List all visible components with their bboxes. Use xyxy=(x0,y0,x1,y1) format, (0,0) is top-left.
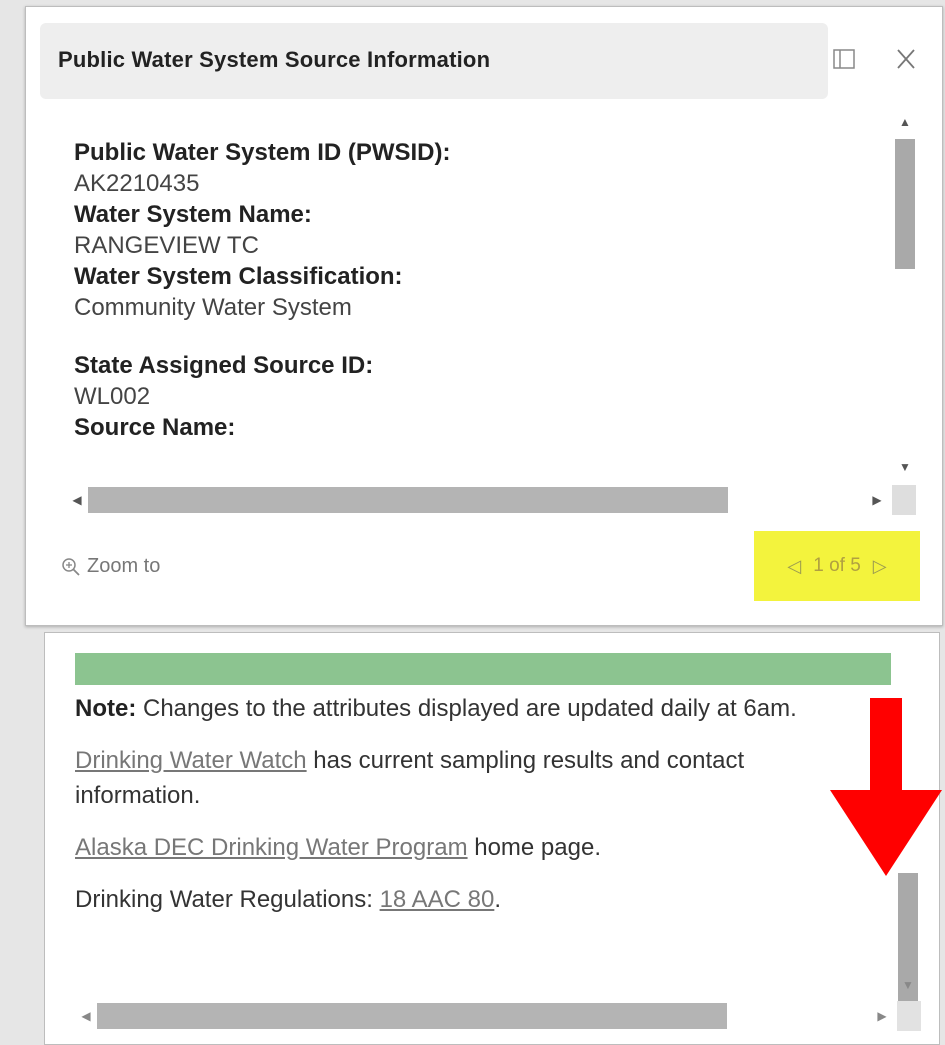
field-value-classification: Community Water System xyxy=(74,294,352,321)
drinking-water-watch-link[interactable]: Drinking Water Watch xyxy=(75,747,307,774)
field-label-source-id: State Assigned Source ID: xyxy=(74,352,374,379)
hscrollbar-thumb[interactable] xyxy=(88,487,728,513)
field-value-system-name: RANGEVIEW TC xyxy=(74,232,259,259)
dock-icon[interactable] xyxy=(832,47,856,71)
field-value-pwsid: AK2210435 xyxy=(74,170,200,197)
line4-end: . xyxy=(494,886,501,913)
field-label-system-name: Water System Name: xyxy=(74,201,312,228)
popup-footer-panel: Note: Changes to the attributes displaye… xyxy=(44,632,940,1045)
line3-text: home page. xyxy=(467,834,601,861)
field-label-source-name: Source Name: xyxy=(74,414,236,441)
vertical-scrollbar[interactable]: ▲ ▼ xyxy=(890,112,920,482)
scrollbar-corner xyxy=(892,485,916,515)
horizontal-scrollbar-2[interactable]: ◀ ▶ xyxy=(75,1001,921,1031)
footer-text: Note: Changes to the attributes displaye… xyxy=(75,691,875,934)
zoom-to-button[interactable]: Zoom to xyxy=(61,555,160,578)
popup-title: Public Water System Source Information xyxy=(58,47,491,72)
horizontal-scrollbar[interactable]: ◀ ▶ xyxy=(66,485,916,515)
feature-pager: ◁ 1 of 5 ▷ xyxy=(754,531,920,601)
hscrollbar-thumb-2[interactable] xyxy=(97,1003,727,1029)
note-label: Note: xyxy=(75,695,137,722)
pager-text: 1 of 5 xyxy=(813,555,861,576)
field-value-source-id: WL002 xyxy=(74,383,151,410)
scroll-left-icon[interactable]: ◀ xyxy=(66,485,88,515)
popup-window: Public Water System Source Information P… xyxy=(25,6,943,626)
regulations-link[interactable]: 18 AAC 80 xyxy=(380,886,495,913)
next-feature-icon[interactable]: ▷ xyxy=(873,556,887,577)
scroll-right-icon[interactable]: ▶ xyxy=(866,485,888,515)
scroll-right-icon-2[interactable]: ▶ xyxy=(871,1001,893,1031)
scrollbar-corner-2 xyxy=(897,1001,921,1031)
scrollbar-thumb[interactable] xyxy=(895,139,915,269)
down-arrow-icon xyxy=(830,698,942,876)
scroll-down-icon[interactable]: ▼ xyxy=(890,457,920,477)
zoom-to-label: Zoom to xyxy=(87,555,161,577)
line4-text: Drinking Water Regulations: xyxy=(75,886,380,913)
scroll-up-icon[interactable]: ▲ xyxy=(890,112,920,132)
zoom-in-icon xyxy=(62,557,80,576)
dec-program-link[interactable]: Alaska DEC Drinking Water Program xyxy=(75,834,468,861)
previous-feature-icon[interactable]: ◁ xyxy=(787,556,801,577)
close-icon[interactable] xyxy=(894,47,918,71)
popup-content: Public Water System ID (PWSID): AK221043… xyxy=(74,137,874,443)
field-label-classification: Water System Classification: xyxy=(74,263,403,290)
field-label-pwsid: Public Water System ID (PWSID): xyxy=(74,139,451,166)
section-divider-bar xyxy=(75,653,891,685)
note-text: Changes to the attributes displayed are … xyxy=(136,695,797,722)
scroll-down-icon-2[interactable]: ▼ xyxy=(895,978,921,998)
scroll-left-icon-2[interactable]: ◀ xyxy=(75,1001,97,1031)
